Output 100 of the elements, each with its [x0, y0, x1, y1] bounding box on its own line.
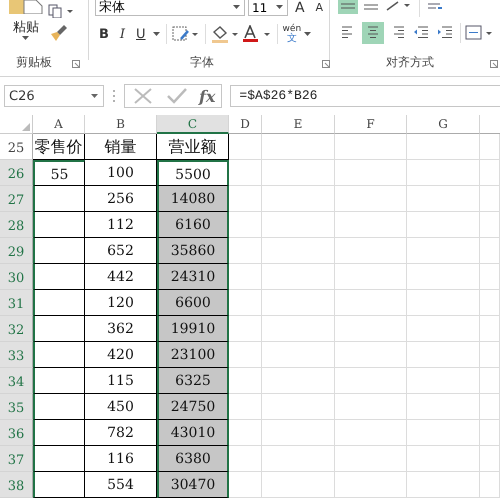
- underline-button[interactable]: U: [132, 26, 150, 42]
- copy-icon[interactable]: [48, 4, 74, 18]
- dropdown-arrow-icon: [276, 5, 284, 10]
- shrink-font-button[interactable]: A: [312, 0, 328, 16]
- table-cell: [480, 316, 500, 342]
- table-cell: 营业额: [157, 134, 229, 160]
- row-header[interactable]: 35: [0, 394, 33, 420]
- table-cell: [229, 238, 262, 264]
- formula-field[interactable]: =$A$26*B26: [230, 85, 500, 107]
- dropdown-arrow-icon[interactable]: [22, 36, 30, 41]
- table-cell: [480, 290, 500, 316]
- insert-function-button[interactable]: fx: [199, 86, 216, 106]
- table-cell: [229, 368, 262, 394]
- center-align-icon[interactable]: [362, 22, 384, 44]
- top-align-icon[interactable]: [338, 0, 358, 14]
- grow-font-button[interactable]: A: [290, 0, 309, 16]
- table-cell: [335, 134, 407, 160]
- table-cell: [335, 316, 407, 342]
- corner-triangle-icon: [22, 123, 30, 131]
- table-cell: [33, 368, 85, 394]
- table-cell: 35860: [157, 238, 229, 264]
- table-cell: [480, 134, 500, 160]
- dialog-launcher-icon[interactable]: [490, 60, 498, 68]
- column-header[interactable]: C: [157, 115, 229, 134]
- table-cell: 55: [33, 160, 85, 186]
- table-cell: 43010: [157, 420, 229, 446]
- phonetic-guide-button[interactable]: wén 文: [282, 25, 302, 43]
- font-color-icon[interactable]: [242, 25, 272, 43]
- italic-button[interactable]: I: [116, 26, 130, 42]
- row-header[interactable]: 28: [0, 212, 33, 238]
- table-cell: 23100: [157, 342, 229, 368]
- table-cell: [335, 446, 407, 472]
- table-cell: [229, 420, 262, 446]
- row-header[interactable]: 30: [0, 264, 33, 290]
- table-cell: [480, 160, 500, 186]
- table-cell: [33, 472, 85, 498]
- table-cell: 24750: [157, 394, 229, 420]
- grip-icon: [112, 89, 116, 103]
- table-cell: [480, 472, 500, 498]
- dropdown-arrow-icon[interactable]: [304, 32, 312, 36]
- fill-color-icon[interactable]: [210, 25, 239, 43]
- dialog-launcher-icon[interactable]: [322, 60, 330, 68]
- row-header[interactable]: 37: [0, 446, 33, 472]
- table-cell: [33, 420, 85, 446]
- row-header[interactable]: 29: [0, 238, 33, 264]
- bold-button[interactable]: B: [94, 26, 113, 42]
- table-cell: [229, 472, 262, 498]
- dropdown-arrow-icon: [91, 94, 99, 98]
- table-cell: [480, 238, 500, 264]
- table-cell: 19910: [157, 316, 229, 342]
- borders-icon[interactable]: [172, 25, 200, 43]
- table-cell: [229, 394, 262, 420]
- dropdown-arrow-icon: [232, 5, 241, 10]
- table-cell: [335, 238, 407, 264]
- table-cell: [33, 238, 85, 264]
- row-header[interactable]: 31: [0, 290, 33, 316]
- table-cell: [335, 212, 407, 238]
- row-header[interactable]: 38: [0, 472, 33, 498]
- table-cell: [335, 160, 407, 186]
- group-label: 对齐方式: [386, 54, 434, 71]
- font-size-field[interactable]: 11: [248, 0, 288, 16]
- table-cell: [335, 420, 407, 446]
- row-header[interactable]: 27: [0, 186, 33, 212]
- table-cell: [480, 394, 500, 420]
- table-cell: [229, 290, 262, 316]
- table-cell: [229, 264, 262, 290]
- table-cell: [33, 186, 85, 212]
- group-label: 剪贴板: [16, 54, 52, 71]
- table-cell: 6160: [157, 212, 229, 238]
- clipboard-icon[interactable]: [9, 0, 43, 14]
- table-cell: [335, 368, 407, 394]
- table-cell: [33, 264, 85, 290]
- row-header[interactable]: 32: [0, 316, 33, 342]
- group-label: 字体: [190, 54, 214, 71]
- table-cell: [335, 186, 407, 212]
- table-cell: 6600: [157, 290, 229, 316]
- table-cell: [33, 446, 85, 472]
- table-cell: [229, 342, 262, 368]
- dialog-launcher-icon[interactable]: [72, 60, 80, 68]
- row-header[interactable]: 34: [0, 368, 33, 394]
- dropdown-arrow-icon[interactable]: [152, 32, 161, 36]
- table-cell: [229, 446, 262, 472]
- check-icon[interactable]: [165, 86, 189, 106]
- table-cell: [480, 342, 500, 368]
- table-cell: [33, 394, 85, 420]
- table-cell: [480, 212, 500, 238]
- table-cell: 30470: [157, 472, 229, 498]
- table-cell: [229, 160, 262, 186]
- row-header[interactable]: 33: [0, 342, 33, 368]
- table-cell: [33, 342, 85, 368]
- row-header[interactable]: 36: [0, 420, 33, 446]
- table-cell: [229, 186, 262, 212]
- name-box[interactable]: C26: [4, 85, 104, 107]
- format-painter-icon[interactable]: [48, 24, 68, 42]
- table-cell: [33, 316, 85, 342]
- row-header[interactable]: 26: [0, 160, 33, 186]
- table-cell: 100: [85, 160, 157, 186]
- table-cell: [335, 290, 407, 316]
- paste-button[interactable]: 粘贴: [13, 18, 39, 36]
- table-cell: 6325: [157, 368, 229, 394]
